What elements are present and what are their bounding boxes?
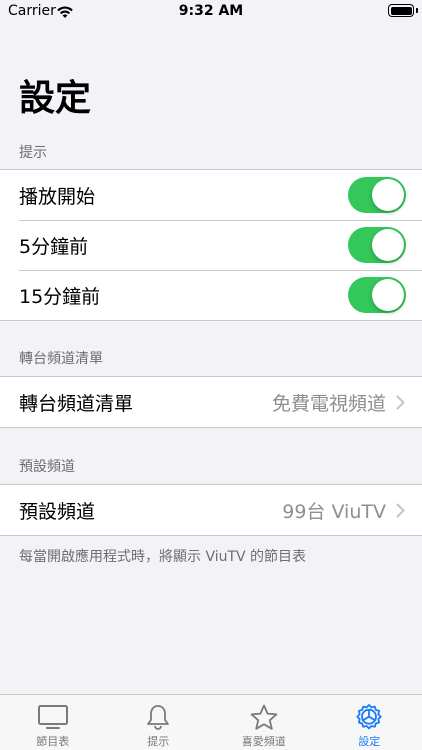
gear-icon [352,703,386,731]
reminder-start-toggle[interactable] [348,177,406,213]
battery-cap [416,8,418,13]
reminder-15min-toggle[interactable] [348,277,406,313]
reminder-row-label: 15分鐘前 [19,285,101,308]
channel-list-row[interactable]: 轉台頻道清單 免費電視頻道 [0,377,422,427]
star-icon [247,703,281,731]
tab-favorites[interactable]: 喜愛頻道 [211,695,317,750]
battery-icon [388,4,414,17]
tab-reminders[interactable]: 提示 [106,695,212,750]
channel-list-group: 轉台頻道清單 免費電視頻道 [0,376,422,428]
reminder-row-label: 播放開始 [19,185,96,208]
tab-label: 提示 [147,735,170,748]
chevron-right-icon [396,502,406,518]
default-channel-value: 99台 ViuTV [282,500,386,523]
section-header-default-channel: 預設頻道 [19,459,75,475]
reminders-group: 播放開始 5分鐘前 15分鐘前 [0,169,422,321]
page-title: 設定 [19,78,92,119]
reminder-row-label: 5分鐘前 [19,235,89,258]
default-channel-label: 預設頻道 [19,500,96,523]
default-channel-footer-note: 每當開啟應用程式時，將顯示 ViuTV 的節目表 [19,549,307,565]
default-channel-group: 預設頻道 99台 ViuTV [0,484,422,536]
reminder-5min-toggle[interactable] [348,227,406,263]
settings-screen: Carrier 9:32 AM 設定 提示 播放開始 5分鐘前 15分鐘前 轉台… [0,0,422,750]
tab-label: 設定 [358,735,381,748]
tab-bar: 節目表 提示 喜愛頻道 設定 [0,694,422,750]
bell-icon [141,703,175,731]
channel-list-label: 轉台頻道清單 [19,392,134,415]
status-time: 9:32 AM [178,3,244,19]
reminder-row-5min: 5分鐘前 [0,220,422,270]
reminder-row-15min: 15分鐘前 [0,270,422,320]
status-bar: Carrier 9:32 AM [0,0,422,24]
chevron-right-icon [396,394,406,410]
section-header-reminders: 提示 [19,145,47,161]
tab-schedule[interactable]: 節目表 [0,695,106,750]
default-channel-row[interactable]: 預設頻道 99台 ViuTV [0,485,422,535]
reminder-row-start: 播放開始 [0,170,422,220]
section-header-channel-list: 轉台頻道清單 [19,351,103,367]
tab-label: 節目表 [36,735,70,748]
tab-label: 喜愛頻道 [241,735,286,748]
tv-icon [36,703,70,731]
tab-settings[interactable]: 設定 [317,695,422,750]
channel-list-value: 免費電視頻道 [271,392,386,415]
